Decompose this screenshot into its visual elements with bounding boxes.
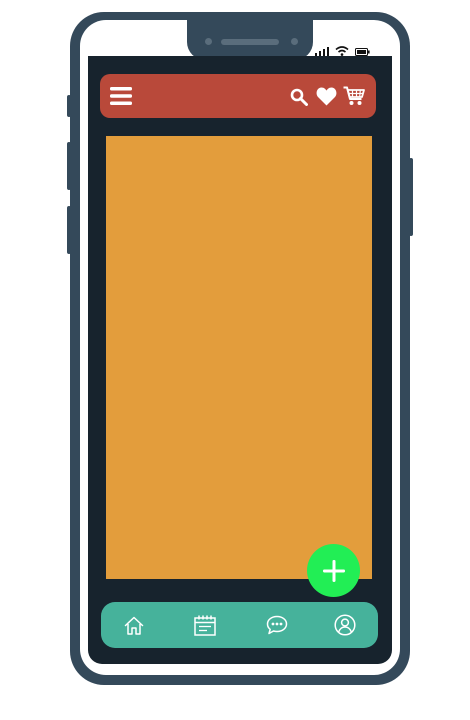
content-area <box>106 136 372 579</box>
add-button[interactable] <box>307 544 360 597</box>
volume-down-button <box>67 206 71 254</box>
nav-profile[interactable] <box>333 613 357 637</box>
volume-up-button <box>67 142 71 190</box>
phone-notch <box>187 20 313 60</box>
search-button[interactable] <box>288 86 310 108</box>
profile-icon <box>334 614 356 636</box>
heart-icon <box>316 87 336 105</box>
cart-icon <box>343 86 365 105</box>
home-icon <box>124 616 144 635</box>
battery-icon <box>355 48 370 56</box>
sensor-dot <box>291 38 298 45</box>
top-app-bar <box>100 74 376 118</box>
bottom-nav-bar <box>101 602 378 648</box>
favorites-button[interactable] <box>314 85 338 107</box>
cart-button[interactable] <box>342 84 366 108</box>
signal-icon <box>315 47 329 56</box>
plus-icon <box>322 559 345 582</box>
camera-dot <box>205 38 212 45</box>
calendar-icon <box>194 615 216 636</box>
chat-icon <box>266 615 288 635</box>
power-button <box>409 158 413 236</box>
speaker-grille <box>221 39 279 45</box>
mute-switch <box>67 95 71 117</box>
menu-icon <box>110 87 132 105</box>
nav-home[interactable] <box>122 614 146 636</box>
menu-button[interactable] <box>108 84 134 108</box>
nav-calendar[interactable] <box>193 613 217 637</box>
wifi-icon <box>335 46 349 56</box>
status-bar <box>315 46 370 56</box>
nav-chat[interactable] <box>265 614 289 636</box>
search-icon <box>290 88 308 106</box>
